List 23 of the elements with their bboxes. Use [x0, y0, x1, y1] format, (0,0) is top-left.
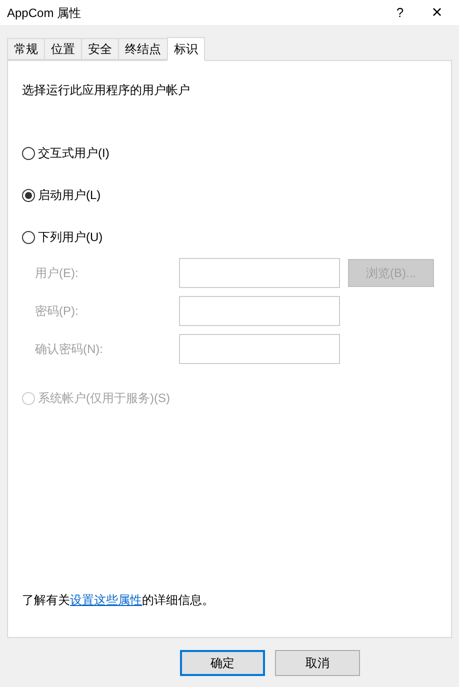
info-text: 了解有关设置这些属性的详细信息。: [22, 592, 215, 609]
radio-label: 系统帐户(仅用于服务)(S): [38, 390, 170, 407]
settings-link[interactable]: 设置这些属性: [70, 593, 142, 607]
close-button[interactable]: ×: [415, 0, 459, 26]
dialog-button[interactable]: 取消: [275, 650, 360, 676]
radio-label: 启动用户(L): [38, 187, 101, 204]
radio-button[interactable]: [22, 188, 35, 202]
tab[interactable]: 安全: [81, 38, 119, 60]
window-title: AppCom 属性: [7, 4, 82, 22]
help-button[interactable]: ?: [385, 2, 415, 22]
intro-text: 选择运行此应用程序的用户帐户: [22, 82, 191, 99]
tab[interactable]: 标识: [167, 37, 205, 61]
radio-label: 下列用户(U): [38, 229, 103, 246]
tab[interactable]: 位置: [44, 38, 82, 60]
tab[interactable]: 终结点: [118, 38, 168, 60]
field-label: 确认密码(N):: [34, 341, 104, 358]
tab[interactable]: 常规: [7, 38, 45, 60]
radio-button[interactable]: [22, 230, 35, 244]
radio-button[interactable]: [22, 146, 35, 160]
dialog-button[interactable]: 确定: [180, 650, 265, 676]
field-label: 用户(E):: [34, 265, 80, 282]
field-label: 密码(P):: [34, 303, 80, 320]
radio-label: 交互式用户(I): [38, 145, 110, 162]
